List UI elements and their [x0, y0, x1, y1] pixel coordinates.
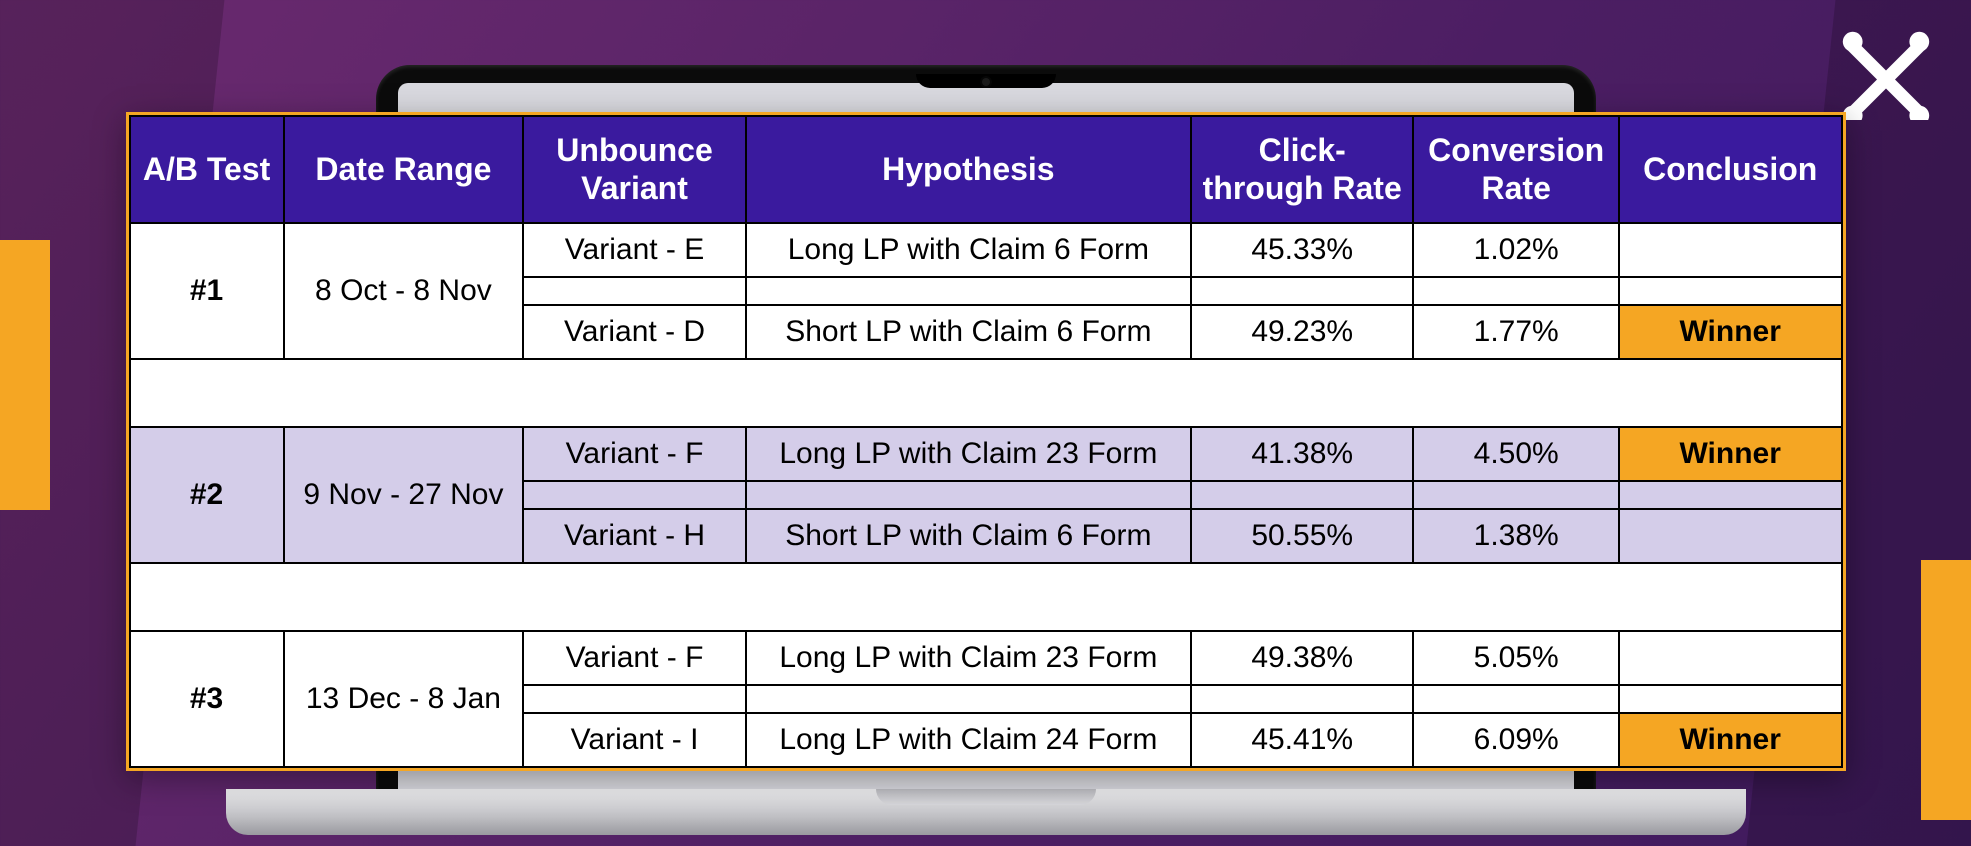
cell-conclusion: [1619, 509, 1842, 563]
cell-empty: [1619, 277, 1842, 305]
table-gap-row: [130, 563, 1842, 631]
col-header-cvr: Conversion Rate: [1413, 116, 1618, 223]
cell-test-id: #3: [130, 631, 284, 767]
cell-ctr: 45.41%: [1191, 713, 1414, 767]
cell-date-range: 8 Oct - 8 Nov: [284, 223, 524, 359]
cell-date-range: 13 Dec - 8 Jan: [284, 631, 524, 767]
accent-block-left: [0, 240, 50, 510]
cell-gap: [130, 563, 1842, 631]
cell-ctr: 41.38%: [1191, 427, 1414, 481]
cell-variant: Variant - F: [523, 631, 746, 685]
laptop-base: [226, 789, 1746, 835]
cell-hypothesis: Short LP with Claim 6 Form: [746, 305, 1191, 359]
cell-variant: Variant - H: [523, 509, 746, 563]
accent-block-right: [1921, 560, 1971, 820]
cell-variant: Variant - D: [523, 305, 746, 359]
cell-hypothesis: Long LP with Claim 23 Form: [746, 631, 1191, 685]
col-header-ctr: Click-through Rate: [1191, 116, 1414, 223]
col-header-hypothesis: Hypothesis: [746, 116, 1191, 223]
cell-conclusion: Winner: [1619, 427, 1842, 481]
brand-x-icon: [1841, 30, 1931, 120]
cell-test-id: #2: [130, 427, 284, 563]
cell-empty: [1191, 481, 1414, 509]
cell-empty: [1191, 277, 1414, 305]
cell-ctr: 49.38%: [1191, 631, 1414, 685]
cell-cvr: 1.38%: [1413, 509, 1618, 563]
table-row: #18 Oct - 8 NovVariant - ELong LP with C…: [130, 223, 1842, 277]
cell-empty: [1619, 685, 1842, 713]
cell-conclusion: [1619, 631, 1842, 685]
cell-hypothesis: Long LP with Claim 6 Form: [746, 223, 1191, 277]
table-header-row: A/B Test Date Range Unbounce Variant Hyp…: [130, 116, 1842, 223]
cell-empty: [746, 685, 1191, 713]
cell-empty: [1413, 685, 1618, 713]
laptop-camera-icon: [916, 74, 1056, 88]
cell-ctr: 50.55%: [1191, 509, 1414, 563]
cell-cvr: 4.50%: [1413, 427, 1618, 481]
col-header-date: Date Range: [284, 116, 524, 223]
cell-empty: [1619, 481, 1842, 509]
laptop-trackpad-notch: [876, 789, 1096, 805]
cell-empty: [1413, 277, 1618, 305]
ab-test-table-container: A/B Test Date Range Unbounce Variant Hyp…: [126, 112, 1846, 771]
cell-cvr: 1.77%: [1413, 305, 1618, 359]
cell-empty: [746, 277, 1191, 305]
cell-variant: Variant - F: [523, 427, 746, 481]
cell-ctr: 45.33%: [1191, 223, 1414, 277]
cell-empty: [523, 277, 746, 305]
cell-gap: [130, 359, 1842, 427]
cell-empty: [523, 481, 746, 509]
cell-cvr: 6.09%: [1413, 713, 1618, 767]
col-header-variant: Unbounce Variant: [523, 116, 746, 223]
cell-conclusion: Winner: [1619, 713, 1842, 767]
table-row: #29 Nov - 27 NovVariant - FLong LP with …: [130, 427, 1842, 481]
cell-ctr: 49.23%: [1191, 305, 1414, 359]
cell-date-range: 9 Nov - 27 Nov: [284, 427, 524, 563]
cell-hypothesis: Long LP with Claim 24 Form: [746, 713, 1191, 767]
cell-conclusion: Winner: [1619, 305, 1842, 359]
col-header-test: A/B Test: [130, 116, 284, 223]
cell-empty: [1413, 481, 1618, 509]
cell-variant: Variant - E: [523, 223, 746, 277]
cell-empty: [1191, 685, 1414, 713]
cell-conclusion: [1619, 223, 1842, 277]
cell-empty: [523, 685, 746, 713]
cell-empty: [746, 481, 1191, 509]
cell-cvr: 5.05%: [1413, 631, 1618, 685]
cell-hypothesis: Short LP with Claim 6 Form: [746, 509, 1191, 563]
table-gap-row: [130, 359, 1842, 427]
cell-cvr: 1.02%: [1413, 223, 1618, 277]
cell-hypothesis: Long LP with Claim 23 Form: [746, 427, 1191, 481]
ab-test-table: A/B Test Date Range Unbounce Variant Hyp…: [129, 115, 1843, 768]
cell-test-id: #1: [130, 223, 284, 359]
col-header-conclusion: Conclusion: [1619, 116, 1842, 223]
cell-variant: Variant - I: [523, 713, 746, 767]
table-row: #313 Dec - 8 JanVariant - FLong LP with …: [130, 631, 1842, 685]
